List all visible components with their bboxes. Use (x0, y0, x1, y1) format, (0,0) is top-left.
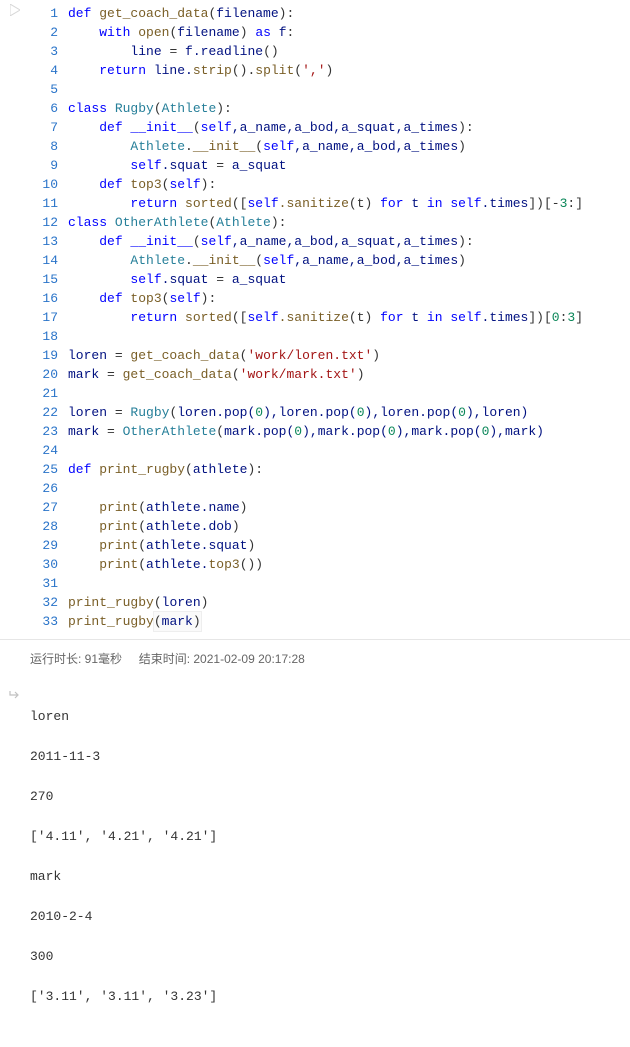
output-line: 300 (30, 947, 630, 967)
code-line[interactable]: def __init__(self,a_name,a_bod,a_squat,a… (68, 118, 630, 137)
code-line[interactable]: loren = get_coach_data('work/loren.txt') (68, 346, 630, 365)
line-number: 13 (30, 232, 58, 251)
line-number: 3 (30, 42, 58, 61)
output-line: loren (30, 707, 630, 727)
runtime-label: 运行时长: (30, 652, 85, 666)
output-line: ['4.11', '4.21', '4.21'] (30, 827, 630, 847)
code-line[interactable]: class Rugby(Athlete): (68, 99, 630, 118)
line-number: 17 (30, 308, 58, 327)
output-line: 2011-11-3 (30, 747, 630, 767)
line-number: 7 (30, 118, 58, 137)
code-line[interactable]: return sorted([self.sanitize(t) for t in… (68, 194, 630, 213)
line-number: 15 (30, 270, 58, 289)
output-line: ['3.11', '3.11', '3.23'] (30, 987, 630, 1007)
status-bar: 运行时长: 91毫秒 结束时间: 2021-02-09 20:17:28 (0, 639, 630, 677)
code-line[interactable]: def get_coach_data(filename): (68, 4, 630, 23)
line-number: 8 (30, 137, 58, 156)
line-number: 12 (30, 213, 58, 232)
code-line[interactable]: return sorted([self.sanitize(t) for t in… (68, 308, 630, 327)
code-line[interactable]: with open(filename) as f: (68, 23, 630, 42)
line-number: 10 (30, 175, 58, 194)
code-line[interactable] (68, 441, 630, 460)
code-line[interactable]: print_rugby(mark) (68, 612, 630, 631)
run-gutter (0, 0, 30, 631)
code-line[interactable] (68, 80, 630, 99)
code-line[interactable]: print(athlete.top3()) (68, 555, 630, 574)
code-line[interactable]: Athlete.__init__(self,a_name,a_bod,a_tim… (68, 137, 630, 156)
line-number: 9 (30, 156, 58, 175)
code-line[interactable]: Athlete.__init__(self,a_name,a_bod,a_tim… (68, 251, 630, 270)
code-line[interactable]: mark = get_coach_data('work/mark.txt') (68, 365, 630, 384)
line-number: 27 (30, 498, 58, 517)
line-number: 11 (30, 194, 58, 213)
line-number: 29 (30, 536, 58, 555)
line-number: 20 (30, 365, 58, 384)
line-number: 6 (30, 99, 58, 118)
code-line[interactable] (68, 574, 630, 593)
line-number: 21 (30, 384, 58, 403)
code-line[interactable]: return line.strip().split(',') (68, 61, 630, 80)
line-number: 19 (30, 346, 58, 365)
code-line[interactable]: self.squat = a_squat (68, 270, 630, 289)
output-panel: loren 2011-11-3 270 ['4.11', '4.21', '4.… (0, 677, 630, 1047)
line-number: 4 (30, 61, 58, 80)
code-line[interactable]: def top3(self): (68, 289, 630, 308)
code-line[interactable] (68, 479, 630, 498)
endtime-value: 2021-02-09 20:17:28 (193, 652, 304, 666)
output-arrow-icon (9, 689, 21, 704)
line-number: 18 (30, 327, 58, 346)
code-editor[interactable]: 1 2 3 4 5 6 7 8 9 10 11 12 13 14 15 16 1… (0, 0, 630, 631)
code-line[interactable]: mark = OtherAthlete(mark.pop(0),mark.pop… (68, 422, 630, 441)
code-line[interactable]: line = f.readline() (68, 42, 630, 61)
line-number: 24 (30, 441, 58, 460)
code-line[interactable]: def __init__(self,a_name,a_bod,a_squat,a… (68, 232, 630, 251)
output-body: loren 2011-11-3 270 ['4.11', '4.21', '4.… (30, 687, 630, 1047)
code-line[interactable] (68, 384, 630, 403)
run-cell-icon[interactable] (10, 5, 20, 20)
line-number: 31 (30, 574, 58, 593)
output-gutter (0, 687, 30, 1047)
line-number: 14 (30, 251, 58, 270)
code-line[interactable]: def print_rugby(athlete): (68, 460, 630, 479)
output-line: 270 (30, 787, 630, 807)
line-number: 33 (30, 612, 58, 631)
line-number: 2 (30, 23, 58, 42)
line-number: 30 (30, 555, 58, 574)
line-number: 25 (30, 460, 58, 479)
line-number: 23 (30, 422, 58, 441)
runtime-value: 91毫秒 (85, 652, 122, 666)
code-area[interactable]: def get_coach_data(filename): with open(… (68, 0, 630, 631)
code-line[interactable]: self.squat = a_squat (68, 156, 630, 175)
code-line[interactable]: loren = Rugby(loren.pop(0),loren.pop(0),… (68, 403, 630, 422)
output-line: 2010-2-4 (30, 907, 630, 927)
output-line: mark (30, 867, 630, 887)
line-number: 26 (30, 479, 58, 498)
line-number: 28 (30, 517, 58, 536)
code-line[interactable]: print(athlete.squat) (68, 536, 630, 555)
line-number-gutter: 1 2 3 4 5 6 7 8 9 10 11 12 13 14 15 16 1… (30, 0, 68, 631)
code-line[interactable]: def top3(self): (68, 175, 630, 194)
code-line[interactable] (68, 327, 630, 346)
code-line[interactable]: print(athlete.dob) (68, 517, 630, 536)
line-number: 32 (30, 593, 58, 612)
endtime-label: 结束时间: (139, 652, 194, 666)
line-number: 16 (30, 289, 58, 308)
code-line[interactable]: print_rugby(loren) (68, 593, 630, 612)
code-line[interactable]: class OtherAthlete(Athlete): (68, 213, 630, 232)
code-line[interactable]: print(athlete.name) (68, 498, 630, 517)
line-number: 22 (30, 403, 58, 422)
line-number: 1 (30, 4, 58, 23)
line-number: 5 (30, 80, 58, 99)
